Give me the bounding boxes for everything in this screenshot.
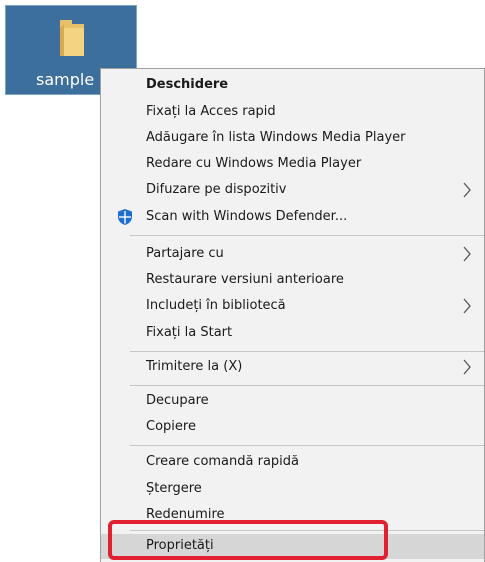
desktop-icon-label: sample: [36, 70, 95, 89]
menu-item-send-to[interactable]: Trimitere la (X): [101, 355, 484, 380]
menu-item-label: Includeți în bibliotecă: [146, 298, 286, 313]
menu-item-create-shortcut[interactable]: Creare comandă rapidă: [101, 450, 484, 475]
menu-item-label: Fixați la Acces rapid: [146, 104, 276, 119]
menu-item-scan-defender[interactable]: Scan with Windows Defender...: [101, 205, 484, 230]
menu-item-label: Copiere: [146, 419, 196, 434]
menu-item-label: Scan with Windows Defender...: [146, 209, 348, 224]
menu-item-label: Ștergere: [146, 481, 202, 496]
menu-item-pin-start[interactable]: Fixați la Start: [101, 321, 484, 346]
context-menu: Deschidere Fixați la Acces rapid Adăugar…: [100, 68, 485, 562]
menu-item-delete[interactable]: Ștergere: [101, 477, 484, 502]
chevron-right-icon: [463, 298, 471, 314]
menu-item-label: Deschidere: [146, 77, 229, 92]
windows-defender-shield-icon: [118, 209, 132, 225]
menu-item-add-wmp-list[interactable]: Adăugare în lista Windows Media Player: [101, 126, 484, 151]
menu-item-include-library[interactable]: Includeți în bibliotecă: [101, 294, 484, 319]
menu-item-cast-to-device[interactable]: Difuzare pe dispozitiv: [101, 178, 484, 203]
menu-item-label: Creare comandă rapidă: [146, 454, 300, 469]
chevron-right-icon: [463, 182, 471, 198]
menu-item-share-with[interactable]: Partajare cu: [101, 242, 484, 267]
menu-item-restore-previous[interactable]: Restaurare versiuni anterioare: [101, 268, 484, 293]
menu-item-label: Partajare cu: [146, 246, 224, 261]
menu-separator: [130, 385, 484, 386]
menu-item-label: Fixați la Start: [146, 325, 233, 340]
menu-item-label: Decupare: [146, 393, 209, 408]
chevron-right-icon: [463, 359, 471, 375]
folder-icon: [60, 20, 84, 56]
menu-separator: [130, 235, 484, 236]
menu-item-label: Redare cu Windows Media Player: [146, 156, 362, 171]
desktop: sample Deschidere Fixați la Acces rapid …: [0, 0, 485, 562]
menu-separator: [130, 445, 484, 446]
menu-item-label: Adăugare în lista Windows Media Player: [146, 130, 406, 145]
chevron-right-icon: [463, 246, 471, 262]
menu-item-open[interactable]: Deschidere: [101, 73, 484, 98]
menu-item-cut[interactable]: Decupare: [101, 389, 484, 414]
highlight-annotation-frame: [108, 520, 388, 560]
menu-item-copy[interactable]: Copiere: [101, 415, 484, 440]
menu-item-pin-quick-access[interactable]: Fixați la Acces rapid: [101, 100, 484, 125]
menu-item-play-wmp[interactable]: Redare cu Windows Media Player: [101, 152, 484, 177]
menu-item-label: Restaurare versiuni anterioare: [146, 272, 344, 287]
menu-item-label: Difuzare pe dispozitiv: [146, 182, 287, 197]
menu-separator: [130, 351, 484, 352]
menu-item-label: Trimitere la (X): [146, 359, 243, 374]
